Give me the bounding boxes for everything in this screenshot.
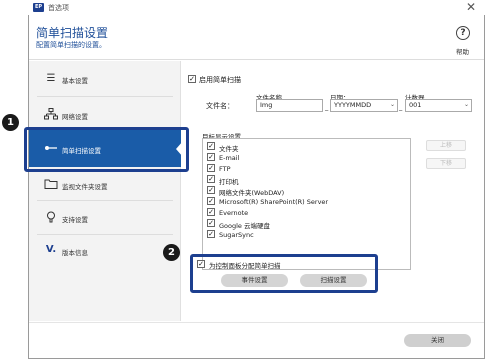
counter-value: 001 xyxy=(409,101,422,109)
assign-control-panel-checkbox[interactable]: ✓ xyxy=(197,260,205,268)
title-bar xyxy=(28,0,485,15)
bulb-icon xyxy=(44,211,58,223)
callout-number-2: 2 xyxy=(163,244,180,261)
sidebar-item-label: 版本信息 xyxy=(62,249,88,257)
target-checkbox[interactable]: ✓ xyxy=(207,230,215,238)
target-label: E-mail xyxy=(219,154,240,162)
move-down-button[interactable]: 下移 xyxy=(426,158,466,169)
app-icon: EP xyxy=(33,3,44,12)
enable-simple-scan-checkbox[interactable]: ✓ xyxy=(188,75,196,83)
target-label: FTP xyxy=(219,165,231,173)
event-settings-button[interactable]: 事件设置 xyxy=(221,274,288,287)
callout-number-1: 1 xyxy=(2,114,19,131)
counter-select[interactable]: 001 xyxy=(405,99,472,112)
target-checkbox[interactable]: ✓ xyxy=(207,175,215,183)
target-checkbox[interactable]: ✓ xyxy=(207,219,215,227)
window-title: 首选项 xyxy=(48,4,69,12)
network-icon xyxy=(44,108,58,120)
page-subtitle: 配置简单扫描的设置。 xyxy=(36,41,106,49)
v-logo-icon: V. xyxy=(45,244,57,255)
filename-prefix-input[interactable]: Img xyxy=(256,99,323,112)
sidebar-item-label: 支持设置 xyxy=(62,216,88,224)
enable-simple-scan-label: 启用简单扫描 xyxy=(199,76,241,84)
target-checkbox[interactable]: ✓ xyxy=(207,142,215,150)
sidebar-item-label: 监视文件夹设置 xyxy=(62,183,108,191)
list-icon: ☰ xyxy=(46,73,56,84)
target-label: Microsoft(R) SharePoint(R) Server xyxy=(219,198,329,206)
help-label[interactable]: 帮助 xyxy=(456,46,469,56)
date-format-value: YYYYMMDD xyxy=(334,101,372,109)
sidebar-item-label: 基本设置 xyxy=(62,77,88,85)
close-button[interactable]: 关闭 xyxy=(404,334,471,347)
target-label: SugarSync xyxy=(219,231,254,239)
separator: _ xyxy=(325,103,329,111)
sidebar-item-label: 网络设置 xyxy=(62,113,88,121)
target-label: 文件夹 xyxy=(219,145,239,153)
target-checkbox[interactable]: ✓ xyxy=(207,153,215,161)
target-label: 网络文件夹(WebDAV) xyxy=(219,189,285,197)
target-checkbox[interactable]: ✓ xyxy=(207,208,215,216)
separator: _ xyxy=(399,103,403,111)
date-format-select[interactable]: YYYYMMDD xyxy=(330,99,398,112)
target-label: Evernote xyxy=(219,209,249,217)
close-icon[interactable]: ✕ xyxy=(464,0,478,14)
target-checkbox[interactable]: ✓ xyxy=(207,186,215,194)
folder-icon xyxy=(44,178,58,190)
page-title: 简单扫描设置 xyxy=(36,26,109,40)
target-label: 打印机 xyxy=(219,178,239,186)
filename-label: 文件名： xyxy=(206,102,234,110)
scan-settings-button[interactable]: 扫描设置 xyxy=(300,274,367,287)
move-up-button[interactable]: 上移 xyxy=(426,140,466,151)
help-icon[interactable]: ? xyxy=(456,26,470,40)
target-checkbox[interactable]: ✓ xyxy=(207,197,215,205)
assign-control-panel-label: 为控制面板分配简单扫描 xyxy=(209,262,281,270)
callout-highlight-1 xyxy=(24,127,189,172)
target-checkbox[interactable]: ✓ xyxy=(207,164,215,172)
chevron-down-icon: ⌄ xyxy=(464,101,470,108)
chevron-down-icon: ⌄ xyxy=(390,101,396,108)
target-label: Google 云端硬盘 xyxy=(219,222,270,230)
